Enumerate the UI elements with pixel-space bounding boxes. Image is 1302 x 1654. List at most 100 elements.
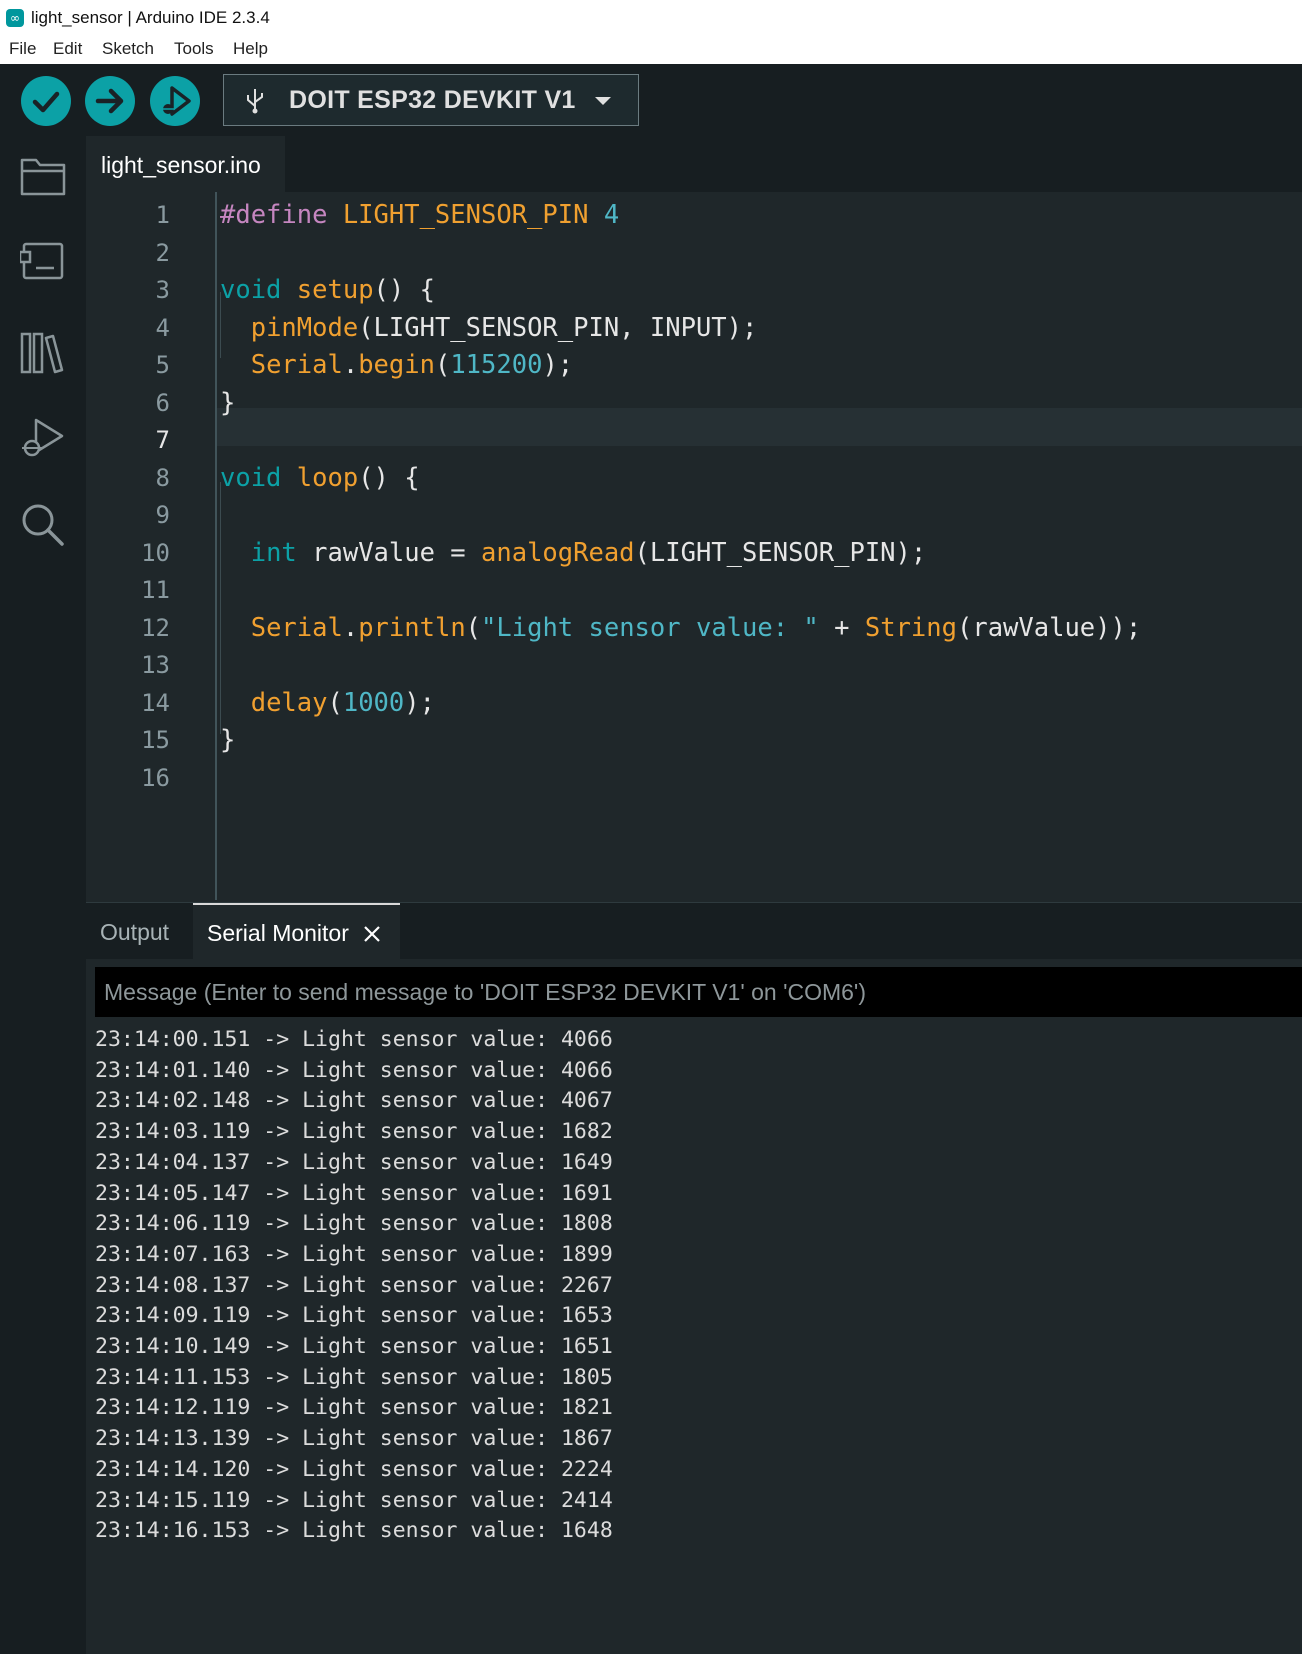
window-title: light_sensor | Arduino IDE 2.3.4 bbox=[31, 8, 270, 27]
library-icon[interactable] bbox=[20, 330, 66, 374]
menu-help[interactable]: Help bbox=[233, 39, 268, 59]
code-token: ( bbox=[434, 350, 451, 380]
line-number: 5 bbox=[155, 351, 170, 379]
serial-output: 23:14:00.151 -> Light sensor value: 4066… bbox=[95, 1025, 1302, 1654]
code-line: pinMode(LIGHT_SENSOR_PIN, INPUT); bbox=[220, 309, 758, 347]
bottom-panel: Output Serial Monitor 23:14:00.151 -> Li… bbox=[86, 902, 1302, 1654]
code-token: ); bbox=[542, 350, 574, 380]
serial-output-line: 23:14:00.151 -> Light sensor value: 4066 bbox=[95, 1027, 613, 1052]
menu-bar: File Edit Sketch Tools Help bbox=[0, 34, 1302, 64]
line-number: 4 bbox=[155, 313, 170, 342]
menu-file[interactable]: File bbox=[9, 39, 36, 59]
serial-output-line: 23:14:12.119 -> Light sensor value: 1821 bbox=[95, 1395, 613, 1421]
code-token: . bbox=[342, 612, 359, 643]
code-line: delay(1000); bbox=[220, 684, 435, 722]
code-line: #define LIGHT_SENSOR_PIN 4 bbox=[220, 196, 619, 234]
serial-output-line: 23:14:01.140 -> Light sensor value: 4066 bbox=[95, 1057, 613, 1083]
file-tab-label: light_sensor.ino bbox=[101, 152, 261, 178]
code-token: ); bbox=[404, 687, 435, 718]
line-number: 10 bbox=[141, 538, 170, 567]
code-editor[interactable]: 1 #define LIGHT_SENSOR_PIN 4 2 3 void setup(… bbox=[86, 192, 1302, 902]
debug-button[interactable] bbox=[150, 76, 200, 126]
board-selector[interactable]: DOIT ESP32 DEVKIT V1 bbox=[223, 74, 639, 126]
code-token: setup bbox=[296, 275, 374, 305]
board-manager-icon[interactable] bbox=[20, 240, 66, 282]
tab-serial-monitor[interactable]: Serial Monitor bbox=[193, 903, 400, 959]
editor: light_sensor.ino 1 #define LIGHT_SENSOR_P… bbox=[86, 136, 1302, 902]
ide-window: DOIT ESP32 DEVKIT V1 light_sensor.ino 1 … bbox=[0, 64, 1302, 1654]
code-token: (LIGHT_SENSOR_PIN, INPUT); bbox=[358, 312, 758, 343]
activity-bar bbox=[0, 136, 86, 1654]
serial-output-line: 23:14:05.147 -> Light sensor value: 1691 bbox=[95, 1180, 613, 1206]
arrow-right-icon bbox=[95, 88, 124, 114]
serial-output-line: 23:14:14.120 -> Light sensor value: 2224 bbox=[95, 1456, 613, 1482]
code-token: ( bbox=[465, 612, 482, 643]
line-number: 15 bbox=[141, 726, 170, 754]
serial-output-line: 23:14:15.119 -> Light sensor value: 2414 bbox=[95, 1487, 613, 1513]
menu-tools[interactable]: Tools bbox=[174, 39, 214, 59]
line-number: 7 bbox=[155, 426, 170, 454]
serial-output-line: 23:14:06.119 -> Light sensor value: 1808 bbox=[95, 1211, 613, 1237]
serial-output-line: 23:14:11.153 -> Light sensor value: 1805 bbox=[95, 1364, 613, 1390]
debug-icon[interactable] bbox=[20, 416, 66, 460]
chevron-down-icon bbox=[595, 97, 611, 105]
tab-light-sensor-ino[interactable]: light_sensor.ino bbox=[86, 136, 285, 192]
arduino-logo-icon: ∞ bbox=[6, 9, 24, 27]
serial-output-line: 23:14:07.163 -> Light sensor value: 1899 bbox=[95, 1241, 613, 1267]
editor-tab-strip: light_sensor.ino bbox=[86, 136, 1302, 192]
menu-sketch[interactable]: Sketch bbox=[102, 39, 154, 59]
code-token: #define bbox=[220, 200, 328, 230]
code-token: delay bbox=[250, 687, 328, 718]
serial-output-line: 23:14:03.119 -> Light sensor value: 1682 bbox=[95, 1119, 613, 1145]
code-token: int bbox=[250, 537, 297, 568]
code-token: (LIGHT_SENSOR_PIN); bbox=[634, 537, 927, 568]
code-token: Serial bbox=[250, 350, 343, 380]
line-number: 16 bbox=[141, 763, 170, 792]
menu-edit[interactable]: Edit bbox=[53, 39, 82, 59]
line-number: 14 bbox=[141, 688, 170, 717]
code-token: rawValue = bbox=[296, 537, 482, 568]
code-token: 4 bbox=[603, 200, 620, 230]
code-token: "Light sensor value: " bbox=[481, 612, 819, 643]
line-number: 2 bbox=[155, 238, 170, 267]
code-token: } bbox=[220, 387, 236, 418]
code-token: . bbox=[342, 350, 359, 380]
tab-output[interactable]: Output bbox=[100, 919, 169, 946]
line-number: 3 bbox=[155, 276, 170, 304]
code-line: } bbox=[220, 384, 235, 422]
code-token: Serial bbox=[250, 612, 343, 643]
serial-output-line: 23:14:02.148 -> Light sensor value: 4067 bbox=[95, 1088, 613, 1114]
code-token: String bbox=[864, 612, 957, 643]
line-number: 9 bbox=[155, 501, 170, 529]
code-token: } bbox=[220, 725, 236, 755]
code-token: + bbox=[818, 612, 865, 643]
serial-output-line: 23:14:16.153 -> Light sensor value: 1648 bbox=[95, 1518, 613, 1544]
line-number: 13 bbox=[141, 651, 170, 679]
serial-message-input[interactable] bbox=[95, 967, 1302, 1017]
code-line: void loop() { bbox=[220, 459, 420, 497]
panel-tab-strip: Output Serial Monitor bbox=[86, 903, 1302, 959]
close-icon[interactable] bbox=[363, 925, 381, 943]
serial-output-line: 23:14:09.119 -> Light sensor value: 1653 bbox=[95, 1303, 613, 1329]
folder-icon[interactable] bbox=[20, 154, 66, 196]
usb-icon bbox=[247, 89, 263, 114]
checkmark-icon bbox=[32, 91, 60, 113]
upload-button[interactable] bbox=[85, 76, 135, 126]
code-token: 115200 bbox=[450, 350, 543, 380]
code-token: LIGHT_SENSOR_PIN bbox=[327, 200, 604, 230]
code-line: Serial.println("Light sensor value: " + … bbox=[220, 609, 1142, 647]
verify-button[interactable] bbox=[21, 76, 71, 126]
board-name: DOIT ESP32 DEVKIT V1 bbox=[289, 86, 576, 114]
debug-play-icon bbox=[161, 86, 191, 116]
serial-output-line: 23:14:13.139 -> Light sensor value: 1867 bbox=[95, 1426, 613, 1452]
search-icon[interactable] bbox=[20, 502, 66, 548]
code-token: begin bbox=[358, 350, 435, 380]
gutter-separator bbox=[215, 192, 217, 900]
line-number: 12 bbox=[141, 613, 170, 642]
